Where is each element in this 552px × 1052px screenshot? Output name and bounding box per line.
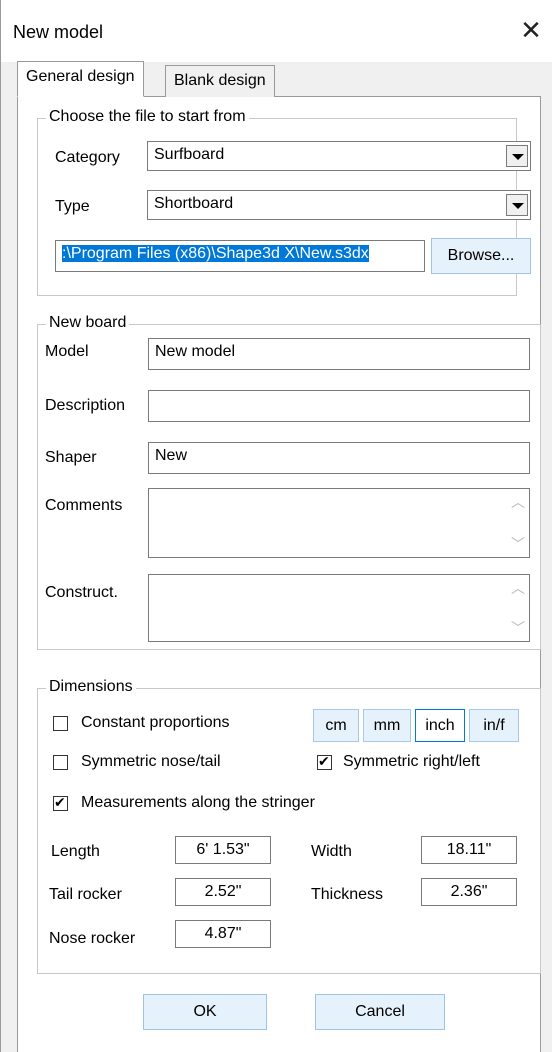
category-label: Category [55,149,120,166]
length-input[interactable]: 6' 1.53" [175,836,271,864]
nose-rocker-input[interactable]: 4.87" [175,920,271,948]
tail-rocker-label: Tail rocker [49,886,122,903]
symmetric-right-left-label: Symmetric right/left [343,753,480,770]
file-path-value: :\Program Files (x86)\Shape3d X\New.s3dx [62,245,369,262]
construct-scrollbar[interactable]: ︿ ﹀ [507,575,529,641]
chevron-down-icon[interactable] [506,145,528,167]
dimensions-group-label: Dimensions [46,678,136,696]
close-icon[interactable]: ✕ [509,10,552,50]
title-bar: New model ✕ [1,0,552,62]
scroll-up-icon[interactable]: ︿ [511,495,525,509]
symmetric-right-left-checkbox[interactable] [317,753,332,770]
type-label: Type [55,198,90,215]
model-input[interactable]: New model [148,338,530,370]
type-value: Shortboard [154,195,234,212]
tab-blank-design[interactable]: Blank design [165,65,275,97]
file-path-input[interactable]: :\Program Files (x86)\Shape3d X\New.s3dx [55,240,425,272]
description-label: Description [45,397,126,414]
comments-textarea[interactable]: ︿ ﹀ [148,488,530,558]
new-board-group-label: New board [46,314,130,332]
construct-textarea[interactable]: ︿ ﹀ [148,574,530,642]
cancel-button[interactable]: Cancel [315,994,445,1030]
scroll-down-icon[interactable]: ﹀ [511,537,525,551]
unit-mm-button[interactable]: mm [363,709,411,742]
length-label: Length [51,843,100,860]
browse-button[interactable]: Browse... [431,238,531,274]
constant-proportions-checkbox[interactable] [53,716,68,731]
width-label: Width [311,843,352,860]
scroll-down-icon[interactable]: ﹀ [511,621,525,635]
width-input[interactable]: 18.11" [421,836,517,864]
category-select[interactable]: Surfboard [147,141,531,171]
along-stringer-label: Measurements along the stringer [81,794,315,811]
chevron-down-icon[interactable] [506,194,528,216]
symmetric-nose-tail-label: Symmetric nose/tail [81,753,221,770]
thickness-label: Thickness [311,886,384,903]
unit-inf-button[interactable]: in/f [469,709,519,742]
along-stringer-checkbox[interactable] [53,794,68,811]
comments-scrollbar[interactable]: ︿ ﹀ [507,489,529,557]
nose-rocker-label: Nose rocker [49,930,136,947]
shaper-label: Shaper [45,449,97,466]
thickness-input[interactable]: 2.36" [421,878,517,906]
new-model-dialog: New model ✕ General design Blank design … [0,0,552,1052]
constant-proportions-label: Constant proportions [81,714,230,731]
type-select[interactable]: Shortboard [147,190,531,220]
unit-inch-button[interactable]: inch [415,709,465,742]
model-label: Model [45,343,89,360]
scroll-up-icon[interactable]: ︿ [511,581,525,595]
window-title: New model [13,22,104,42]
shaper-input[interactable]: New [148,442,530,474]
comments-label: Comments [45,497,123,514]
description-input[interactable] [148,390,530,422]
tail-rocker-input[interactable]: 2.52" [175,878,271,906]
unit-cm-button[interactable]: cm [313,709,359,742]
category-value: Surfboard [154,146,225,163]
construct-label: Construct. [45,584,118,601]
tab-general-design[interactable]: General design [17,61,144,97]
ok-button[interactable]: OK [143,994,267,1030]
symmetric-nose-tail-checkbox[interactable] [53,755,68,770]
file-group-label: Choose the file to start from [46,108,249,126]
